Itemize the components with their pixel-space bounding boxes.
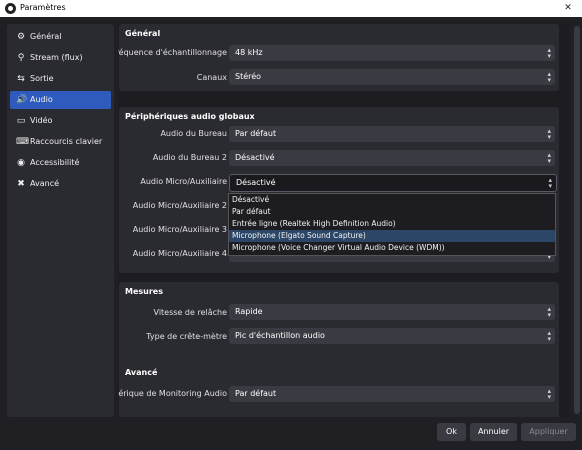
mic-aux-label: Audio Micro/Auxiliaire (140, 177, 227, 186)
window-title: Paramètres (20, 3, 66, 12)
title-bar: Paramètres ✕ (0, 0, 582, 17)
channels-label: Canaux (196, 73, 227, 82)
mic-aux-3-label: Audio Micro/Auxiliaire 3 (132, 225, 227, 234)
peak-meter-select[interactable]: Pic d'échantillon audio ▴ ▾ (229, 328, 555, 344)
monitoring-device-select[interactable]: Par défaut ▴ ▾ (229, 386, 555, 402)
updown-icon: ▴▾ (547, 305, 551, 319)
tools-icon: ✖ (17, 179, 25, 189)
section-title: Avancé (125, 368, 158, 377)
general-section: Général Fréquence d'échantillonnage 48 k… (118, 24, 559, 91)
dropdown-option[interactable]: Par défaut (229, 206, 555, 218)
decay-rate-label: Vitesse de relâche (153, 308, 227, 317)
updown-icon: ▴▾ (547, 151, 551, 165)
sidebar-item-label: Accessibilité (30, 158, 80, 167)
option-label: Microphone (Voice Changer Virtual Audio … (232, 243, 445, 252)
desktop-audio-2-label: Audio du Bureau 2 (152, 153, 227, 162)
option-label: Microphone (Elgato Sound Capture) (232, 231, 366, 240)
option-label: Par défaut (232, 207, 271, 216)
sidebar-item-hotkeys[interactable]: ⌨ Raccourcis clavier (10, 133, 111, 151)
meters-section: Mesures Vitesse de relâche Rapide ▴ ▾ Typ… (119, 282, 559, 374)
close-icon[interactable]: ✕ (554, 0, 582, 17)
updown-icon: ▴▾ (547, 127, 551, 141)
select-value: Stéréo (235, 72, 262, 81)
sidebar-item-video[interactable]: ▭ Vidéo (10, 112, 111, 130)
sidebar-item-audio[interactable]: 🔊 Audio (10, 91, 111, 109)
mic-aux-dropdown-list: Désactivé Par défaut Entrée ligne (Realt… (228, 193, 556, 256)
sidebar-item-label: Raccourcis clavier (30, 137, 103, 146)
updown-icon: ▴▾ (547, 329, 551, 343)
sample-rate-select[interactable]: 48 kHz ▴ ▾ (229, 45, 555, 61)
obs-logo-icon (5, 3, 16, 14)
antenna-icon: ⚲ (17, 53, 25, 63)
section-title: Périphériques audio globaux (125, 112, 255, 121)
sidebar-item-label: Avancé (30, 179, 60, 188)
gear-icon: ⚙ (16, 32, 26, 42)
updown-icon: ▴▾ (548, 176, 552, 190)
select-value: 48 kHz (235, 48, 263, 57)
desktop-audio-2-select[interactable]: Désactivé ▴ ▾ (229, 150, 555, 166)
mic-aux-4-label: Audio Micro/Auxiliaire 4 (132, 249, 227, 258)
sidebar-item-label: Audio (30, 95, 53, 104)
apply-button[interactable]: Appliquer (521, 423, 576, 441)
dropdown-option-highlighted[interactable]: Microphone (Elgato Sound Capture) (229, 230, 555, 242)
sample-rate-label: Fréquence d'échantillonnage (118, 48, 227, 57)
settings-scrollbar[interactable] (574, 26, 580, 414)
sidebar-item-general[interactable]: ⚙ Général (10, 28, 111, 46)
select-value: Désactivé (235, 153, 275, 162)
sidebar-item-label: Général (30, 32, 62, 41)
section-title: Mesures (125, 287, 163, 296)
mic-aux-select[interactable]: Désactivé ▴ ▾ (229, 174, 557, 192)
section-title: Général (125, 29, 161, 38)
updown-icon: ▴▾ (547, 70, 551, 84)
dropdown-option[interactable]: Entrée ligne (Realtek High Definition Au… (229, 218, 555, 230)
monitoring-device-label: Périphérique de Monitoring Audio (118, 389, 227, 398)
sidebar-item-accessibility[interactable]: ◉ Accessibilité (10, 154, 111, 172)
accessibility-icon: ◉ (17, 158, 25, 168)
sidebar: ⚙ Général ⚲ Stream (flux) ⇆ Sortie 🔊 Aud… (7, 24, 114, 417)
keyboard-icon: ⌨ (16, 137, 29, 147)
select-value: Par défaut (235, 129, 277, 138)
sidebar-item-label: Vidéo (30, 116, 53, 125)
select-value: Par défaut (235, 389, 277, 398)
mic-aux-2-label: Audio Micro/Auxiliaire 2 (132, 201, 227, 210)
advanced-section: Avancé Périphérique de Monitoring Audio … (118, 363, 559, 417)
updown-icon: ▴▾ (547, 46, 551, 60)
sidebar-item-advanced[interactable]: ✖ Avancé (10, 175, 111, 193)
select-value: Pic d'échantillon audio (235, 331, 325, 340)
decay-rate-select[interactable]: Rapide ▴ ▾ (229, 304, 555, 320)
peak-meter-label: Type de crête-mètre (146, 332, 227, 341)
sidebar-item-stream[interactable]: ⚲ Stream (flux) (10, 49, 111, 67)
option-label: Désactivé (232, 195, 270, 204)
select-value: Désactivé (236, 178, 276, 187)
dropdown-option[interactable]: Microphone (Voice Changer Virtual Audio … (229, 242, 555, 254)
speaker-icon: 🔊 (16, 95, 28, 105)
cancel-button[interactable]: Annuler (470, 423, 517, 441)
sidebar-item-label: Stream (flux) (30, 53, 83, 62)
output-icon: ⇆ (17, 74, 25, 84)
desktop-audio-select[interactable]: Par défaut ▴ ▾ (229, 126, 555, 142)
ok-button[interactable]: Ok (437, 423, 466, 441)
option-label: Entrée ligne (Realtek High Definition Au… (232, 219, 396, 228)
channels-select[interactable]: Stéréo ▴ ▾ (229, 69, 555, 85)
dropdown-option[interactable]: Désactivé (229, 194, 555, 206)
updown-icon: ▴▾ (547, 387, 551, 401)
desktop-audio-label: Audio du Bureau (160, 129, 227, 138)
sidebar-item-output[interactable]: ⇆ Sortie (10, 70, 111, 88)
monitor-icon: ▭ (16, 116, 26, 126)
sidebar-item-label: Sortie (30, 74, 54, 83)
select-value: Rapide (235, 307, 263, 316)
